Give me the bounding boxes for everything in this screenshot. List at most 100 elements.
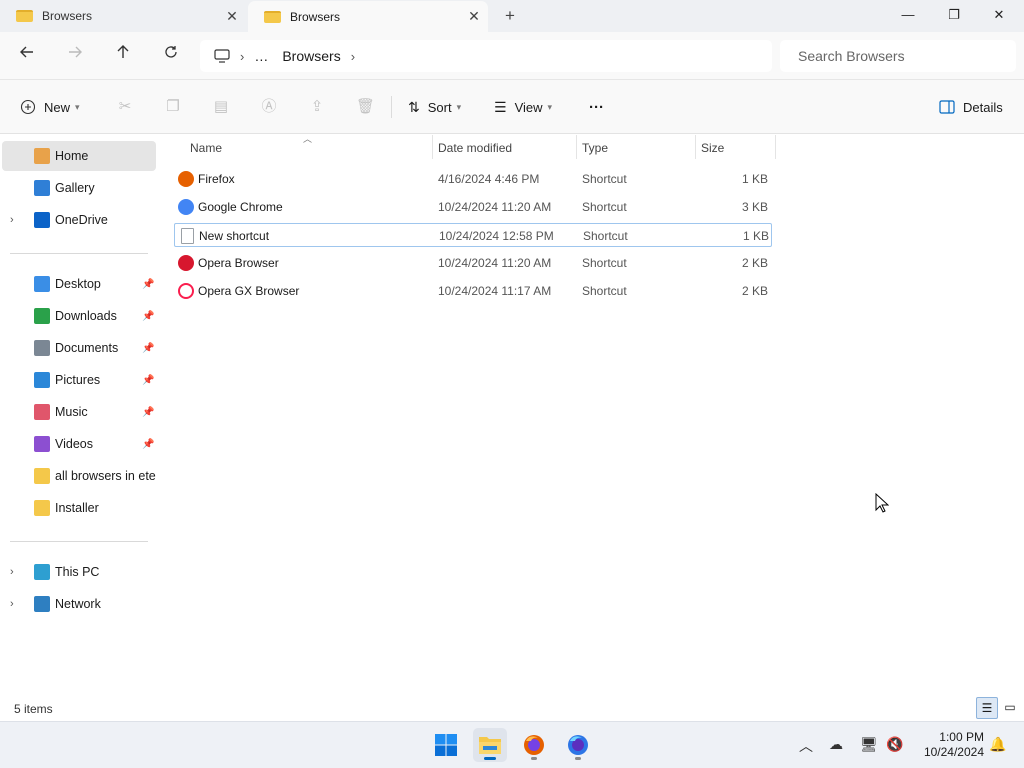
sidebar-item-pictures[interactable]: Pictures 📌 (2, 365, 156, 395)
sidebar-item-network[interactable]: › Network (2, 589, 156, 619)
column-date-modified[interactable]: Date modified (432, 135, 576, 161)
table-row[interactable]: New shortcut 10/24/2024 12:58 PM Shortcut 1… (174, 223, 772, 247)
sidebar-item-gallery[interactable]: Gallery (2, 173, 156, 203)
sidebar-divider (10, 541, 148, 542)
maximize-button[interactable]: ❐ (931, 0, 977, 32)
tab-browsers-1[interactable]: Browsers ✕ (0, 0, 246, 32)
tab-label: Browsers (290, 9, 341, 24)
gallery-icon (34, 180, 50, 196)
music-icon (34, 404, 50, 420)
active-indicator (484, 757, 496, 760)
monitor-icon (214, 49, 230, 63)
new-button[interactable]: New ▾ (20, 96, 80, 118)
minimize-button[interactable]: — (885, 0, 931, 32)
taskbar: ︿ ☁ 🖥 🔇 1:00 PM 10/24/2024 🔔 (0, 721, 1024, 768)
sidebar-item-label: Pictures (55, 373, 101, 387)
sidebar-item-all-browsers-in-eternity[interactable]: all browsers in eternity (2, 461, 156, 491)
share-icon[interactable]: ⇪ (308, 98, 326, 116)
column-divider[interactable] (775, 135, 776, 159)
sidebar-item-this-pc[interactable]: › This PC (2, 557, 156, 587)
refresh-button[interactable] (159, 44, 183, 68)
cell-type: Shortcut (583, 229, 628, 243)
chevron-right-icon[interactable]: › (10, 214, 14, 226)
tab-browsers-2[interactable]: Browsers ✕ (248, 1, 488, 32)
new-tab-button[interactable]: + (498, 5, 522, 27)
table-row[interactable]: Opera Browser 10/24/2024 11:20 AM Shortcut… (174, 251, 772, 275)
paste-icon[interactable]: ▤ (212, 98, 230, 116)
sort-button[interactable]: ⇅ Sort ▾ (408, 96, 461, 118)
cell-name: Firefox (198, 172, 235, 186)
cell-size: 1 KB (741, 172, 768, 186)
refresh-icon (165, 46, 177, 58)
more-options-button[interactable]: ··· (589, 96, 604, 118)
chevron-up-icon[interactable]: ︿ (799, 736, 813, 756)
start-button[interactable] (429, 728, 463, 762)
volume-muted-icon[interactable]: 🔇 (886, 736, 903, 753)
back-button[interactable] (15, 44, 39, 68)
cell-name: Opera GX Browser (198, 284, 300, 298)
cloud-icon (34, 212, 50, 228)
cell-type: Shortcut (582, 200, 627, 214)
table-row[interactable]: Google Chrome 10/24/2024 11:20 AM Shortcut… (174, 195, 772, 219)
view-button[interactable]: ☰ View ▾ (494, 96, 552, 118)
firefox-icon (524, 735, 544, 755)
cell-size: 2 KB (741, 256, 768, 270)
firefox-developer-taskbar-button[interactable] (561, 728, 595, 762)
details-button[interactable]: Details (939, 96, 1003, 118)
new-label: New (44, 99, 71, 115)
chevron-down-icon: ▾ (75, 101, 80, 112)
onedrive-offline-icon[interactable]: ☁ (829, 736, 843, 753)
table-row[interactable]: Firefox 4/16/2024 4:46 PM Shortcut 1 KB (174, 167, 772, 191)
view-label: View (514, 99, 543, 115)
close-tab-icon[interactable]: ✕ (218, 8, 246, 25)
column-type[interactable]: Type (576, 135, 695, 161)
running-indicator (575, 757, 581, 760)
search-input[interactable]: Search Browsers (780, 40, 1016, 72)
arrow-up-icon (117, 45, 129, 58)
document-icon (34, 340, 50, 356)
chevron-right-icon[interactable]: › (351, 49, 355, 64)
sidebar-divider (10, 253, 148, 254)
notification-bell-icon[interactable]: 🔔 (989, 736, 1006, 753)
sidebar-item-documents[interactable]: Documents 📌 (2, 333, 156, 363)
cell-type: Shortcut (582, 284, 627, 298)
up-button[interactable] (111, 44, 135, 68)
breadcrumb-overflow[interactable]: … (254, 48, 268, 64)
chevron-right-icon[interactable]: › (10, 598, 14, 610)
sidebar-item-home[interactable]: Home (2, 141, 156, 171)
sidebar-item-desktop[interactable]: Desktop 📌 (2, 269, 156, 299)
table-row[interactable]: Opera GX Browser 10/24/2024 11:17 AM Short… (174, 279, 772, 303)
sidebar-item-installer[interactable]: Installer (2, 493, 156, 523)
divider (391, 96, 392, 118)
address-bar[interactable]: › … Browsers › (200, 40, 772, 72)
cell-date: 10/24/2024 11:20 AM (438, 256, 552, 270)
clock[interactable]: 1:00 PM 10/24/2024 (912, 730, 984, 760)
close-window-button[interactable]: ✕ (976, 0, 1022, 32)
column-name[interactable]: Name (184, 135, 432, 161)
sidebar-item-onedrive[interactable]: › OneDrive (2, 205, 156, 235)
file-explorer-taskbar-button[interactable] (473, 728, 507, 762)
sidebar-item-downloads[interactable]: Downloads 📌 (2, 301, 156, 331)
cell-date: 10/24/2024 11:20 AM (438, 200, 552, 214)
cut-icon[interactable]: ✂ (116, 98, 134, 116)
sidebar-item-label: Gallery (55, 181, 95, 195)
network-icon[interactable]: 🖥 (860, 736, 878, 753)
tiles-view-button[interactable]: ▭ (999, 697, 1021, 719)
breadcrumb-browsers[interactable]: Browsers (282, 48, 340, 64)
folder-icon (264, 10, 281, 23)
column-size[interactable]: Size (695, 135, 775, 161)
firefox-taskbar-button[interactable] (517, 728, 551, 762)
cell-date: 4/16/2024 4:46 PM (438, 172, 540, 186)
delete-icon[interactable]: 🗑 (356, 98, 375, 116)
copy-icon[interactable]: ❐ (164, 98, 182, 116)
sidebar-item-music[interactable]: Music 📌 (2, 397, 156, 427)
close-tab-icon[interactable]: ✕ (460, 8, 488, 25)
chevron-right-icon[interactable]: › (10, 566, 14, 578)
rename-icon[interactable]: Ⓐ (260, 98, 278, 116)
sidebar-item-label: This PC (55, 565, 100, 579)
sidebar-item-videos[interactable]: Videos 📌 (2, 429, 156, 459)
details-view-button[interactable]: ☰ (976, 697, 998, 719)
sidebar-item-label: Music (55, 405, 88, 419)
pin-icon: 📌 (142, 374, 155, 386)
forward-button[interactable] (63, 44, 87, 68)
